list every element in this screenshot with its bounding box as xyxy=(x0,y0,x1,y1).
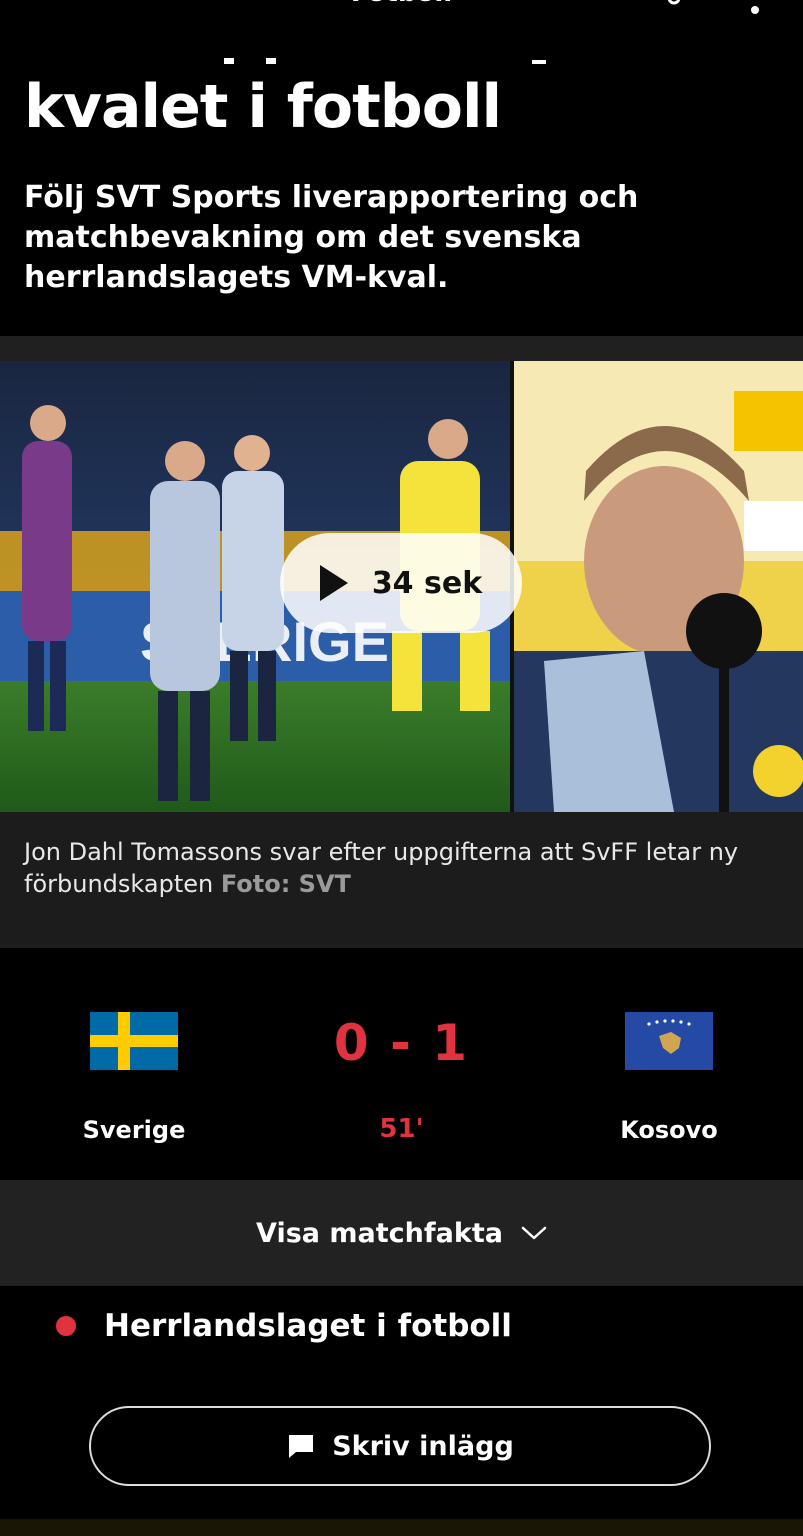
live-indicator-icon xyxy=(56,1316,76,1336)
live-feed-header: Herrlandslaget i fotboll xyxy=(56,1308,512,1344)
match-scoreboard[interactable]: Sverige 0 - 1 51' Kosovo xyxy=(0,948,803,1180)
play-button[interactable]: 34 sek xyxy=(280,533,522,633)
press-conference-photo xyxy=(514,361,803,812)
photo-credit: Foto: SVT xyxy=(220,870,351,898)
chevron-down-icon xyxy=(521,1226,547,1240)
article-headline: kvalet i fotboll xyxy=(24,72,502,142)
headline-clipped-line xyxy=(24,44,784,64)
section-divider xyxy=(0,336,803,361)
show-match-facts-button[interactable]: Visa matchfakta xyxy=(0,1180,803,1286)
media-caption: Jon Dahl Tomassons svar efter uppgiftern… xyxy=(24,836,774,900)
app-bar: Fotboll xyxy=(0,0,803,22)
play-icon xyxy=(319,565,348,601)
match-facts-label: Visa matchfakta xyxy=(256,1217,503,1249)
video-player[interactable]: SVERIGE xyxy=(0,361,803,812)
away-team-name: Kosovo xyxy=(620,1116,718,1144)
media-caption-box: Jon Dahl Tomassons svar efter uppgiftern… xyxy=(0,812,803,948)
share-icon[interactable] xyxy=(640,0,682,20)
article-lede: Följ SVT Sports liverapportering och mat… xyxy=(24,180,639,295)
caption-text: Jon Dahl Tomassons svar efter uppgiftern… xyxy=(24,838,739,898)
write-post-label: Skriv inlägg xyxy=(332,1430,514,1462)
write-post-button[interactable]: Skriv inlägg xyxy=(89,1406,711,1486)
app-bar-title: Fotboll xyxy=(0,0,803,8)
kosovo-flag-icon xyxy=(625,1012,713,1070)
bottom-edge xyxy=(0,1519,803,1536)
live-feed-title: Herrlandslaget i fotboll xyxy=(104,1308,512,1344)
chat-bubble-icon xyxy=(289,1435,314,1458)
more-vertical-icon[interactable] xyxy=(745,0,765,18)
video-duration: 34 sek xyxy=(371,565,483,601)
